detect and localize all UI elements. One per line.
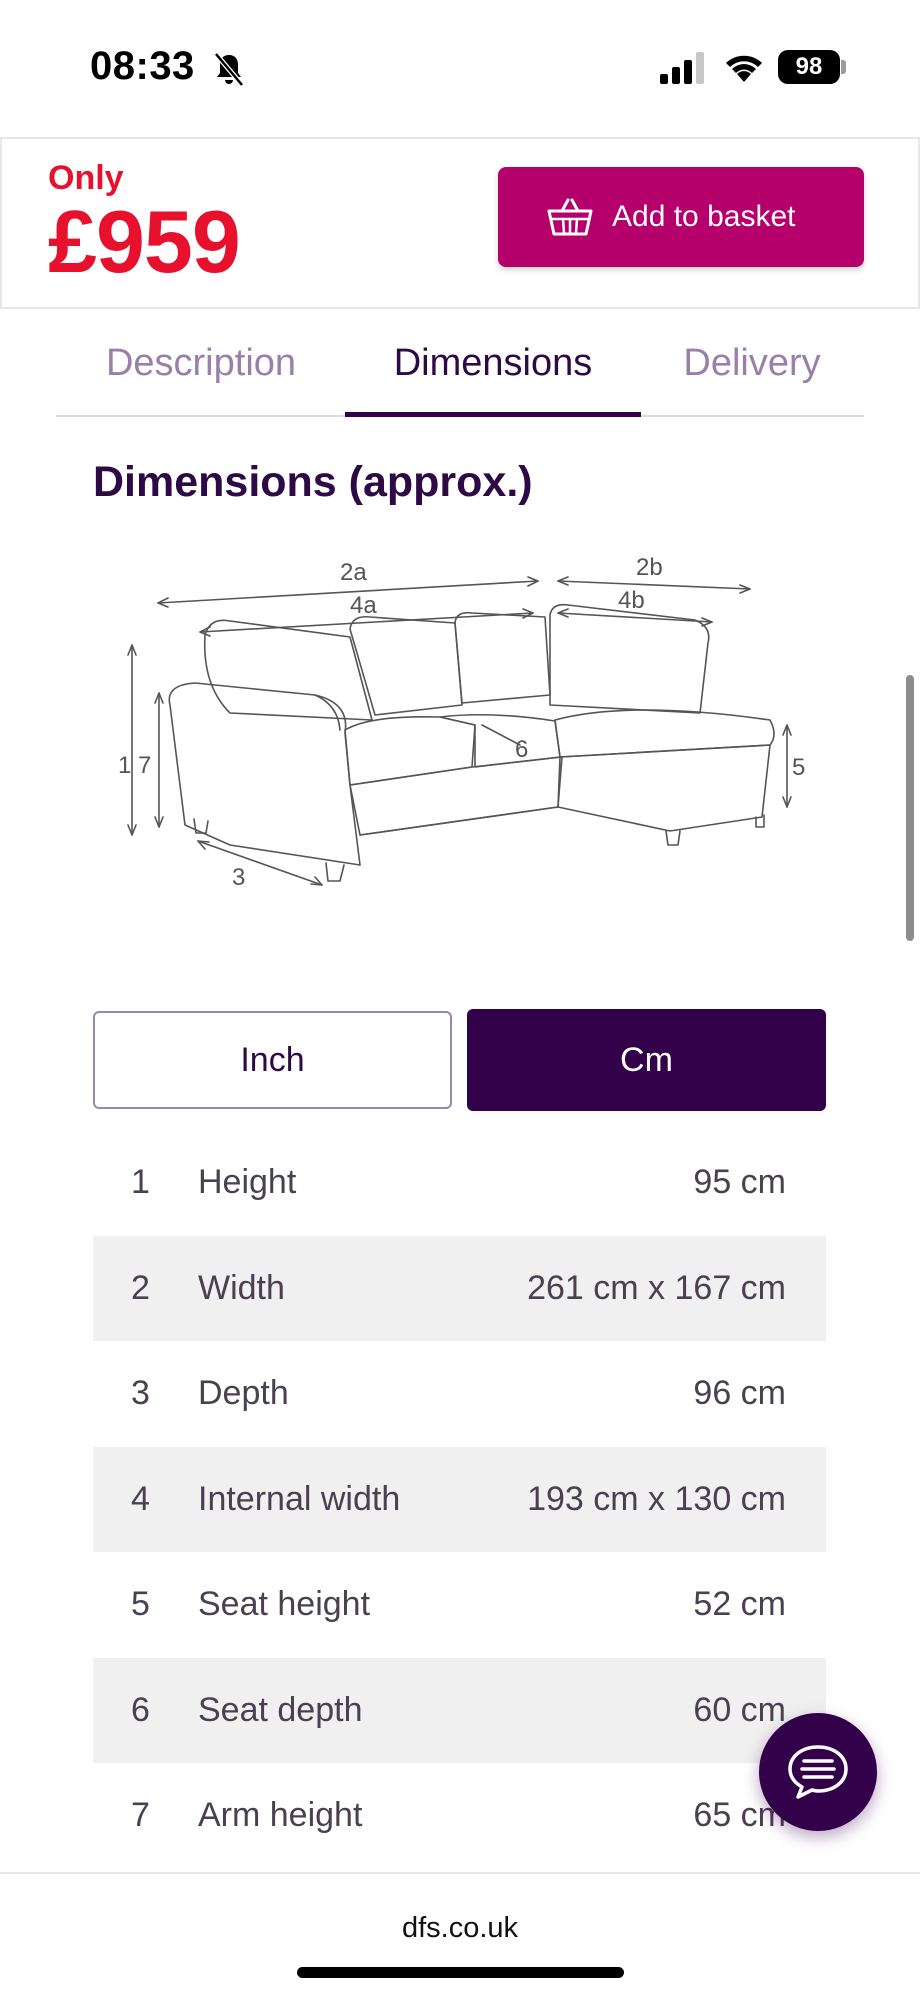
diagram-label-2b: 2b: [636, 554, 663, 581]
row-label: Seat height: [198, 1585, 371, 1624]
battery-icon: 98: [778, 50, 840, 84]
sofa-dimension-diagram: 2a 4a 2b 4b 1 7 6 5 3: [118, 554, 805, 891]
bell-muted-icon: [214, 52, 244, 87]
diagram-label-7: 7: [138, 752, 151, 779]
table-row: 3 Depth 96 cm: [93, 1341, 826, 1447]
diagram-label-3: 3: [232, 864, 245, 891]
diagram-label-5: 5: [792, 754, 805, 781]
price-bar: Only £959 Add to basket: [0, 137, 920, 309]
active-tab-indicator: [345, 412, 641, 417]
add-to-basket-label: Add to basket: [612, 200, 796, 233]
browser-bottom-bar: dfs.co.uk: [0, 1872, 920, 1995]
basket-icon: [547, 198, 593, 236]
battery-tip: [841, 60, 846, 74]
table-row: 1 Height 95 cm: [93, 1130, 826, 1236]
row-label: Height: [198, 1163, 297, 1202]
table-row: 6 Seat depth 60 cm: [93, 1657, 826, 1763]
row-label: Width: [198, 1268, 285, 1307]
diagram-label-1: 1: [118, 752, 131, 779]
table-row: 5 Seat height 52 cm: [93, 1552, 826, 1658]
row-number: 5: [131, 1585, 150, 1624]
row-value: 193 cm x 130 cm: [527, 1479, 786, 1518]
row-value: 95 cm: [693, 1163, 786, 1202]
diagram-label-2a: 2a: [340, 559, 367, 586]
row-number: 2: [131, 1268, 150, 1307]
diagram-label-6: 6: [515, 736, 528, 763]
signal-icon: [660, 52, 704, 84]
status-time: 08:33: [90, 44, 195, 88]
row-value: 261 cm x 167 cm: [527, 1268, 786, 1307]
row-number: 3: [131, 1374, 150, 1413]
page-scrollbar[interactable]: [906, 675, 914, 941]
home-indicator[interactable]: [297, 1967, 624, 1978]
row-number: 6: [131, 1690, 150, 1729]
row-value: 52 cm: [693, 1585, 786, 1624]
row-label: Arm height: [198, 1796, 363, 1835]
tab-description[interactable]: Description: [56, 309, 346, 417]
tab-dimensions[interactable]: Dimensions: [346, 309, 640, 417]
row-label: Seat depth: [198, 1690, 363, 1729]
tab-delivery[interactable]: Delivery: [640, 309, 864, 417]
diagram-label-4a: 4a: [350, 592, 377, 619]
row-number: 7: [131, 1796, 150, 1835]
unit-inch-button[interactable]: Inch: [93, 1011, 452, 1109]
add-to-basket-button[interactable]: Add to basket: [498, 167, 864, 267]
url-label[interactable]: dfs.co.uk: [0, 1912, 920, 1945]
row-value: 96 cm: [693, 1374, 786, 1413]
table-row: 4 Internal width 193 cm x 130 cm: [93, 1446, 826, 1552]
unit-cm-button[interactable]: Cm: [467, 1009, 826, 1111]
status-bar: 08:33 98: [0, 0, 920, 135]
wifi-icon: [726, 55, 762, 82]
dimensions-table: 1 Height 95 cm 2 Width 261 cm x 167 cm 3…: [93, 1130, 826, 1869]
section-title: Dimensions (approx.): [93, 458, 533, 506]
row-number: 4: [131, 1479, 150, 1518]
row-label: Internal width: [198, 1479, 401, 1518]
table-row: 2 Width 261 cm x 167 cm: [93, 1235, 826, 1341]
product-tabs: Description Dimensions Delivery: [56, 309, 864, 417]
row-number: 1: [131, 1163, 150, 1202]
chat-button[interactable]: [759, 1713, 877, 1831]
row-label: Depth: [198, 1374, 289, 1413]
chat-icon: [788, 1745, 848, 1799]
price-value: £959: [48, 192, 241, 291]
table-row: 7 Arm height 65 cm: [93, 1763, 826, 1869]
diagram-label-4b: 4b: [618, 587, 645, 614]
